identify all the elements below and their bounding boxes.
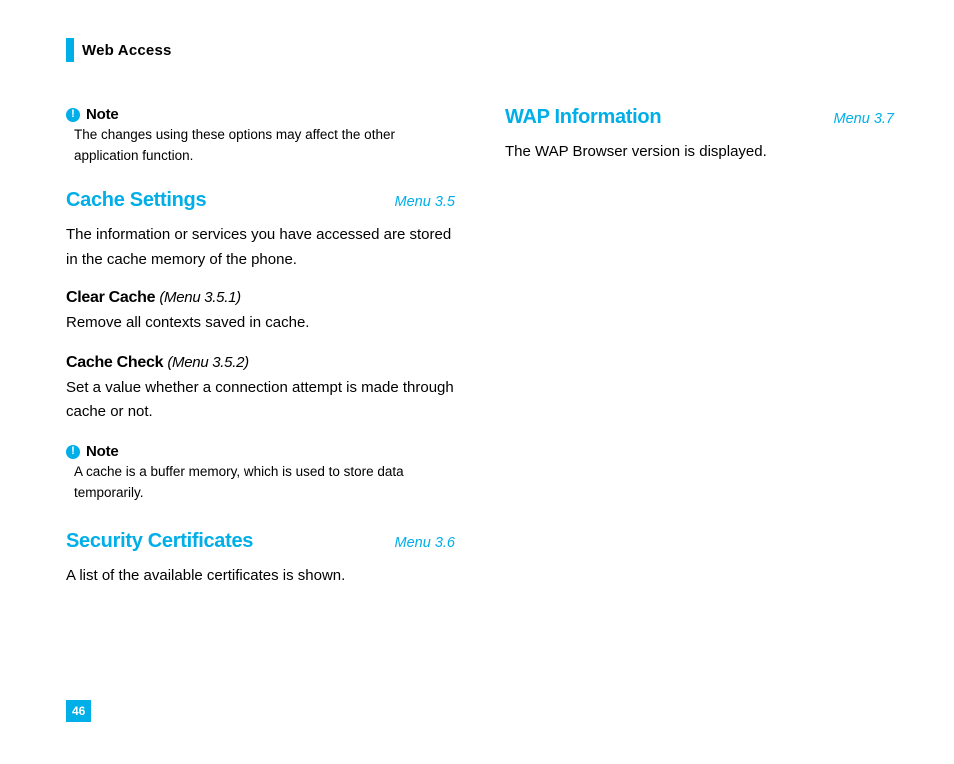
note-label: Note [86, 443, 119, 460]
subsection-name: Clear Cache [66, 289, 155, 306]
page-number: 46 [66, 700, 91, 722]
section-body: A list of the available certificates is … [66, 563, 455, 589]
note-block: ! Note A cache is a buffer memory, which… [66, 443, 455, 504]
subsection-menu: (Menu 3.5.1) [159, 289, 240, 306]
chapter-accent-bar [66, 38, 74, 62]
section-body: The WAP Browser version is displayed. [505, 139, 894, 165]
subsection-title: Clear Cache (Menu 3.5.1) [66, 289, 455, 307]
subsection-body: Remove all contexts saved in cache. [66, 311, 455, 336]
section-body: The information or services you have acc… [66, 222, 455, 273]
menu-reference: Menu 3.5 [395, 194, 455, 210]
note-block: ! Note The changes using these options m… [66, 106, 455, 167]
note-text: The changes using these options may affe… [66, 125, 454, 167]
subsection-name: Cache Check [66, 354, 163, 371]
subsection-menu: (Menu 3.5.2) [167, 354, 248, 371]
section-security-certificates: Security Certificates Menu 3.6 A list of… [66, 530, 455, 589]
right-column: WAP Information Menu 3.7 The WAP Browser… [505, 106, 894, 614]
section-cache-settings: Cache Settings Menu 3.5 The information … [66, 189, 455, 504]
left-column: ! Note The changes using these options m… [66, 106, 455, 614]
section-title: Security Certificates [66, 530, 253, 553]
subsection-title: Cache Check (Menu 3.5.2) [66, 354, 455, 372]
chapter-header: Web Access [66, 38, 894, 62]
section-title: Cache Settings [66, 189, 206, 212]
section-title: WAP Information [505, 106, 661, 129]
chapter-title: Web Access [82, 42, 172, 59]
section-wap-information: WAP Information Menu 3.7 The WAP Browser… [505, 106, 894, 165]
info-icon: ! [66, 108, 80, 122]
note-label: Note [86, 106, 119, 123]
menu-reference: Menu 3.6 [395, 535, 455, 551]
note-text: A cache is a buffer memory, which is use… [66, 462, 454, 504]
menu-reference: Menu 3.7 [834, 111, 894, 127]
info-icon: ! [66, 445, 80, 459]
subsection-body: Set a value whether a connection attempt… [66, 376, 455, 426]
